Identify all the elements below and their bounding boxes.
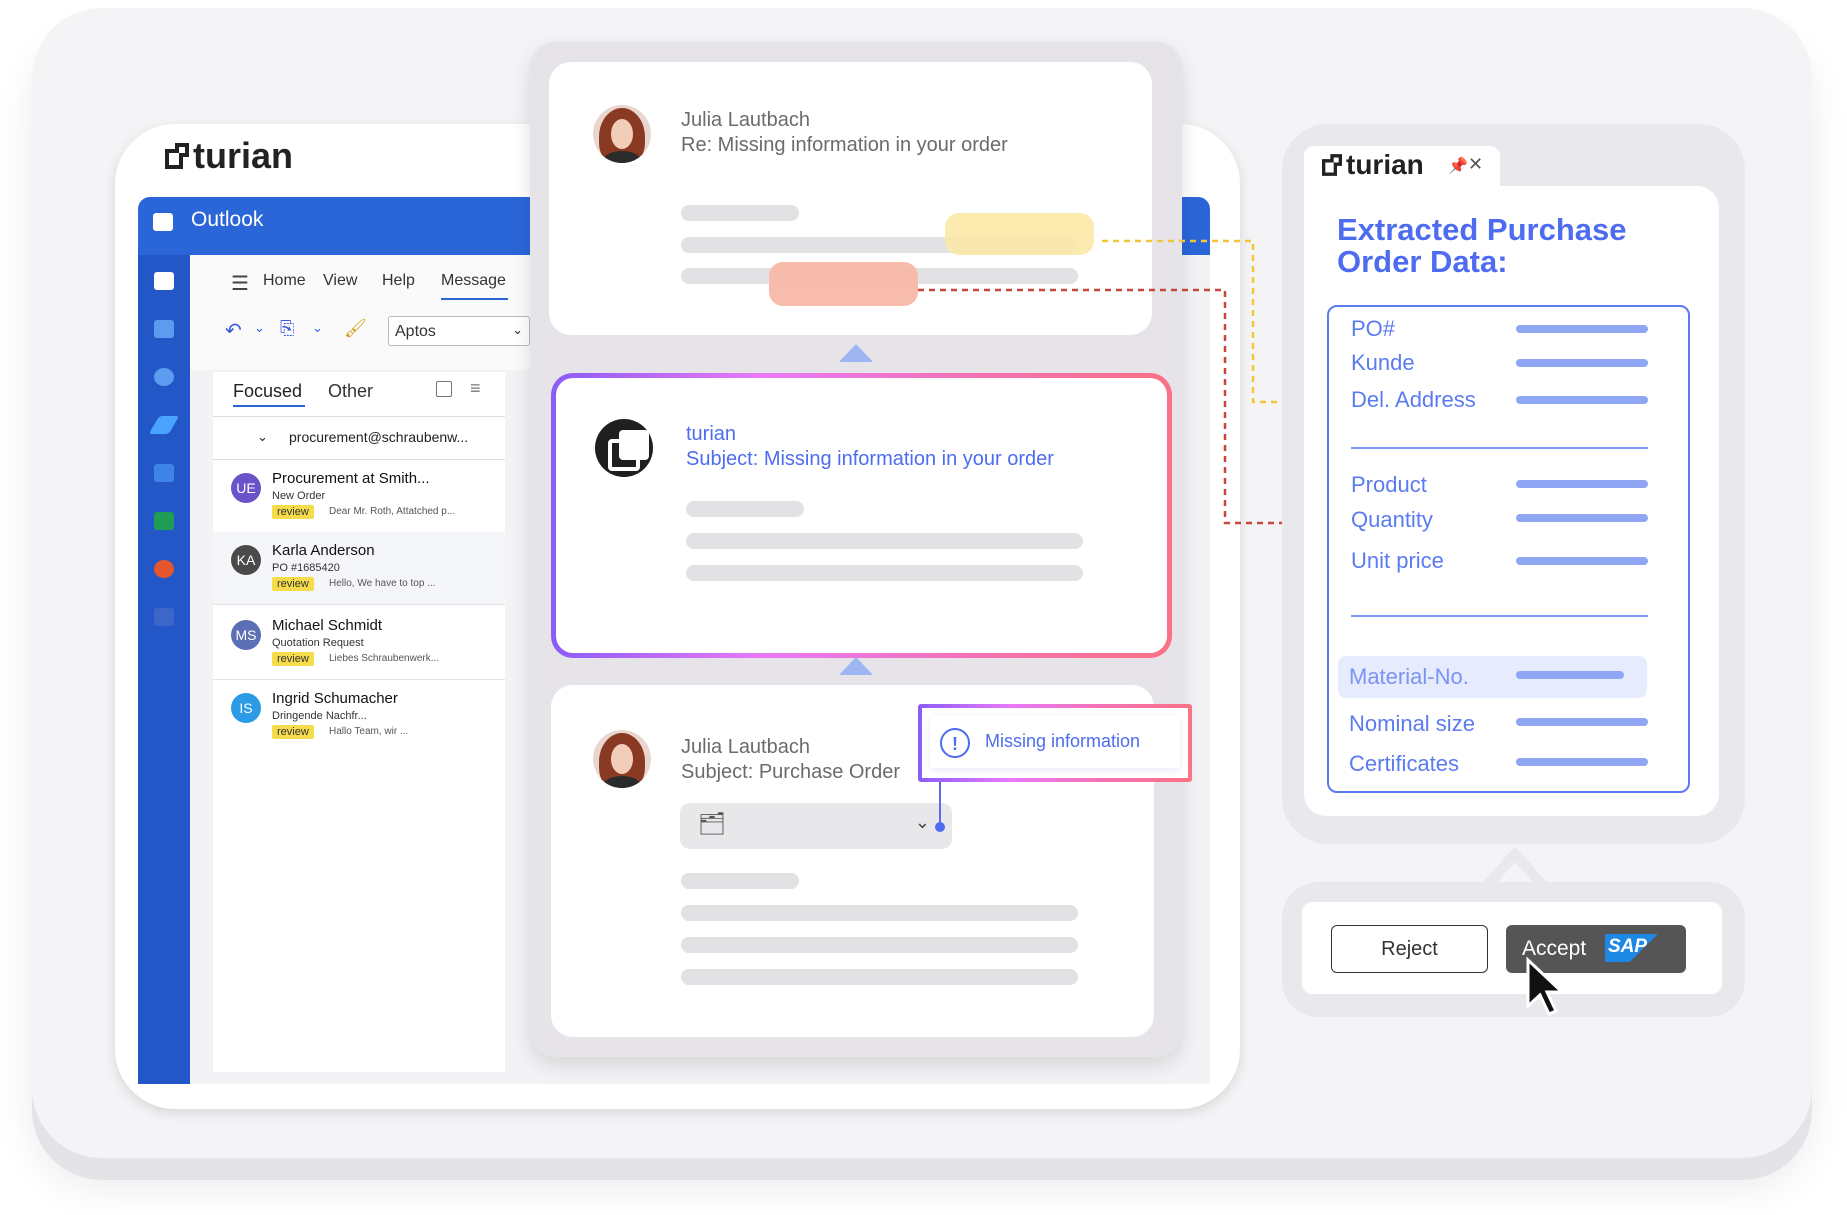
turian-wordmark: turian [1346,149,1424,180]
field-value-bar [1516,359,1648,367]
field-del-address: Del. Address [1351,387,1476,412]
sap-logo-text: SAP [1608,936,1648,957]
field-certificates: Certificates [1349,751,1460,776]
field-value-bar [1516,325,1648,333]
reject-button[interactable]: Reject [1331,925,1488,973]
field-value-bar [1516,718,1648,726]
field-unit-price: Unit price [1351,548,1444,573]
pin-icon[interactable]: 📌 [1448,156,1468,176]
field-value-bar [1516,758,1648,766]
field-kunde: Kunde [1351,350,1415,375]
field-po: PO# [1351,316,1396,341]
field-value-bar [1516,557,1648,565]
divider [1351,615,1648,617]
callout-connector [935,782,945,832]
field-material-no: Material-No. [1349,664,1469,689]
panel-pointer [1480,846,1550,886]
mouse-cursor-icon [1526,956,1566,1016]
field-value-bar [1516,396,1648,404]
turian-mark-icon [1322,154,1342,176]
field-quantity: Quantity [1351,507,1433,532]
field-value-bar [1516,514,1648,522]
divider [1351,447,1648,449]
field-nominal-size: Nominal size [1349,711,1475,736]
turian-logo: turian [1322,149,1424,181]
field-value-bar [1516,480,1648,488]
quantity-connector [918,288,1342,531]
field-product: Product [1351,472,1427,497]
field-value-bar [1516,671,1624,679]
panel-title: Extracted Purchase Order Data: [1337,212,1627,279]
close-icon[interactable]: ✕ [1468,154,1483,175]
